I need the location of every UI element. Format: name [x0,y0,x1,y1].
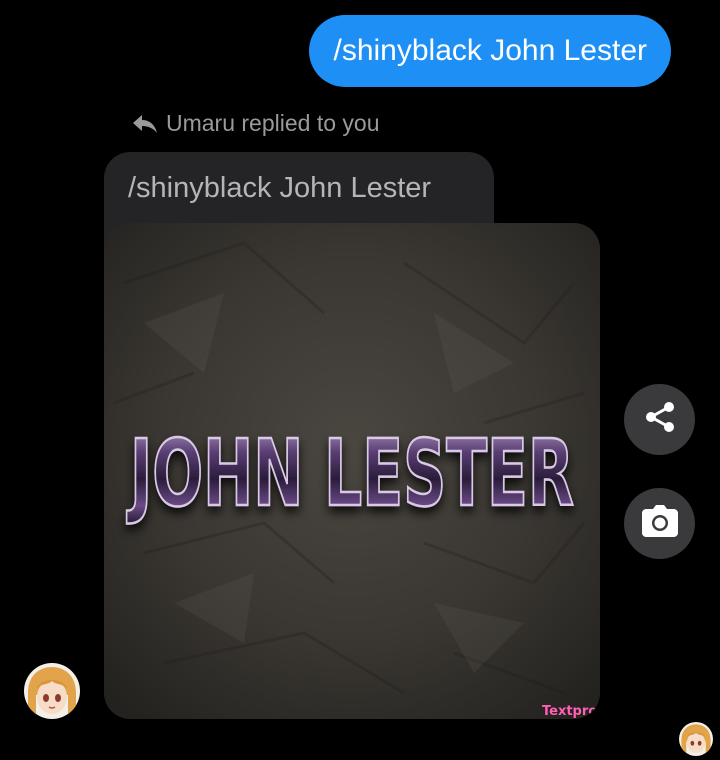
sender-avatar[interactable] [24,663,80,719]
camera-icon [641,504,679,543]
chat-screen: /shinyblack John Lester Umaru replied to… [0,0,720,760]
generated-text-image: JOHN LESTER Textpro.m [104,223,600,719]
reply-image[interactable]: JOHN LESTER Textpro.m [104,223,600,719]
sent-message-text: /shinyblack John Lester [333,34,647,67]
reply-indicator: Umaru replied to you [132,110,380,137]
share-icon [643,400,677,439]
camera-button[interactable] [624,488,695,559]
sent-message-bubble[interactable]: /shinyblack John Lester [309,15,671,87]
image-watermark: Textpro.m [542,704,600,719]
share-button[interactable] [624,384,695,455]
reply-note-text: Umaru replied to you [166,110,380,136]
reply-arrow-icon [132,113,158,135]
image-headline: JOHN LESTER [126,420,574,527]
read-receipt-avatar [679,722,713,756]
quoted-message-text: /shinyblack John Lester [128,172,432,204]
